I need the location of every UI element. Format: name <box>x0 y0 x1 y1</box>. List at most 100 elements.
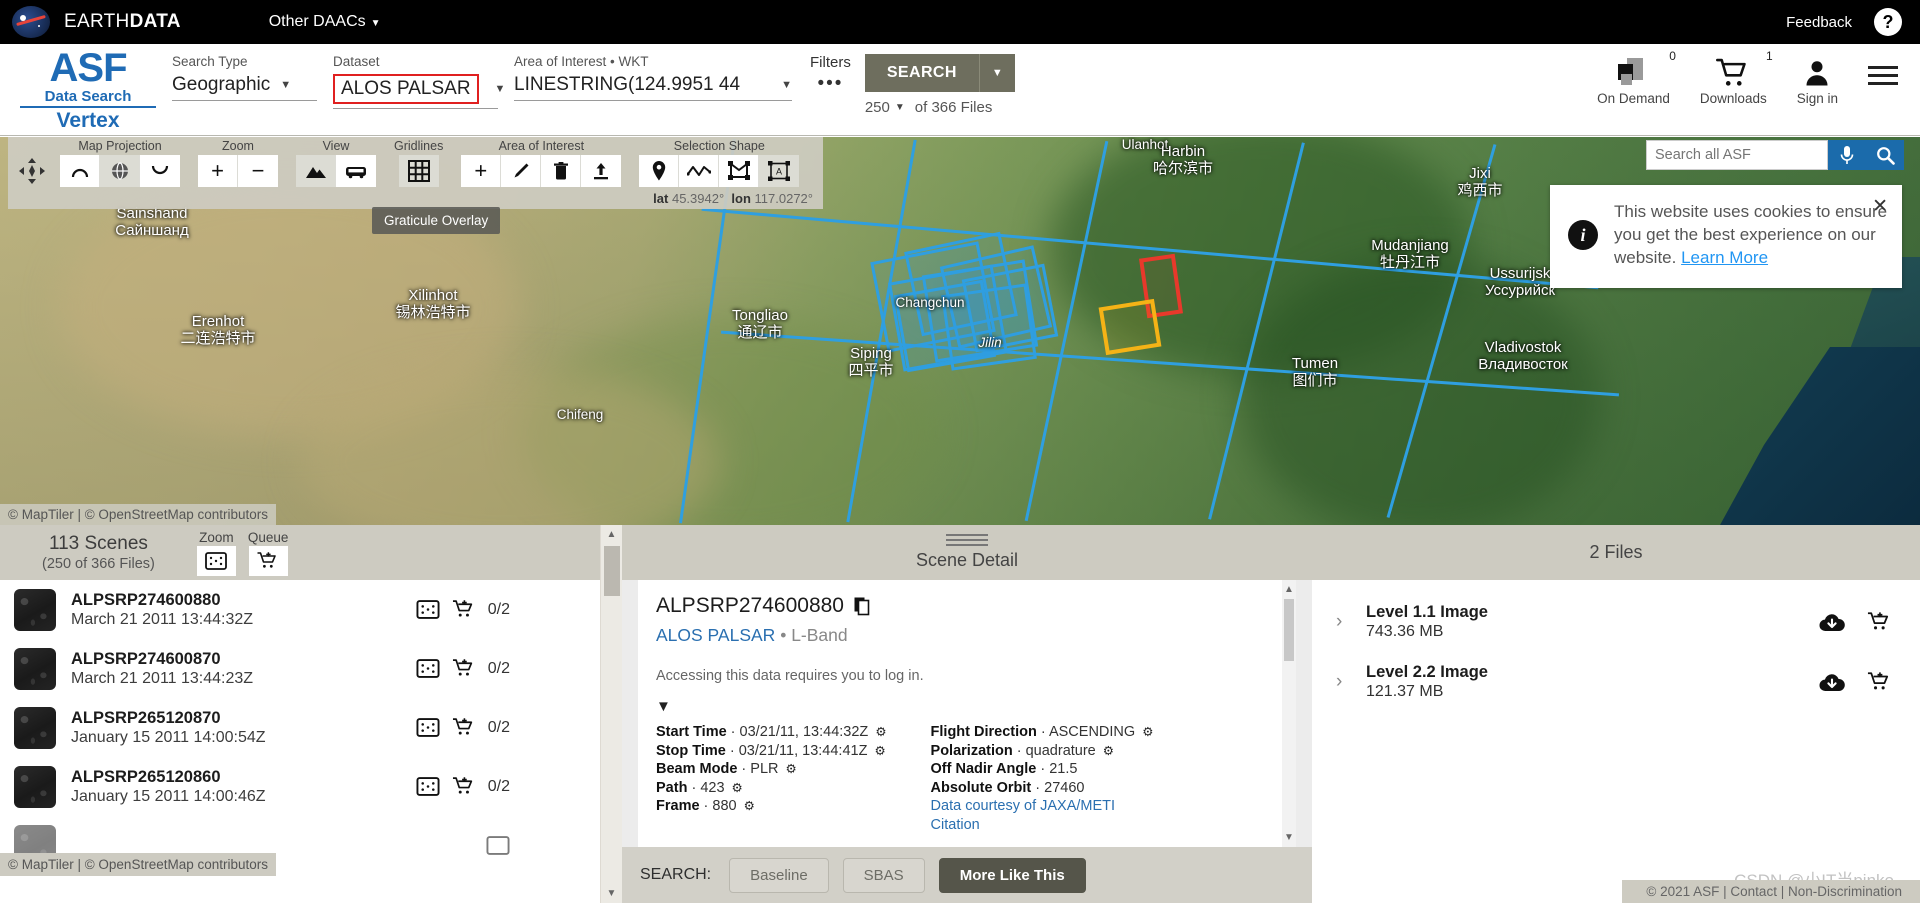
nasa-meatball-icon <box>12 6 50 38</box>
scroll-down-icon[interactable]: ▼ <box>607 888 617 899</box>
downloads-button[interactable]: 1 Downloads <box>1700 49 1773 106</box>
dataset-value: ALOS PALSAR <box>341 78 471 99</box>
add-to-queue-icon[interactable] <box>452 599 476 620</box>
highlighted-scene-footprint[interactable] <box>1098 298 1162 356</box>
data-courtesy-link[interactable]: Data courtesy of JAXA/METI <box>931 797 1154 816</box>
search-type-field[interactable]: Search Type Geographic ▼ <box>172 54 317 101</box>
zoom-in-icon[interactable]: + <box>198 155 238 187</box>
selection-line-icon[interactable] <box>679 155 720 187</box>
user-account-icon <box>1806 61 1828 86</box>
pan-tool-icon[interactable] <box>14 139 50 203</box>
copy-icon[interactable] <box>854 597 871 616</box>
zoom-to-scene-icon[interactable] <box>416 659 440 678</box>
metadata-value: 880 <box>712 798 737 815</box>
area-of-interest-field[interactable]: Area of Interest • WKT LINESTRING(124.99… <box>514 54 792 101</box>
dataset-field[interactable]: Dataset ALOS PALSAR ▼ <box>333 54 505 109</box>
zoom-to-scene-icon[interactable] <box>486 836 510 855</box>
metadata-key: Path <box>656 779 688 796</box>
search-button[interactable]: SEARCH ▼ <box>864 54 1015 92</box>
scrollbar-thumb[interactable] <box>1284 599 1294 661</box>
aoi-add-icon[interactable]: + <box>461 155 502 187</box>
scene-list-item[interactable]: ALPSRP265120870 January 15 2011 14:00:54… <box>0 698 600 757</box>
expand-metadata-caret-icon[interactable]: ▼ <box>656 698 1282 715</box>
baseline-button[interactable]: Baseline <box>729 857 829 893</box>
gear-icon[interactable]: ⚙ <box>732 781 743 795</box>
panel-drag-handle[interactable] <box>946 534 988 546</box>
sign-in-button[interactable]: Sign in <box>1797 58 1838 106</box>
more-like-this-button[interactable]: More Like This <box>938 857 1086 893</box>
microphone-icon[interactable] <box>1828 140 1866 170</box>
cookie-banner-text: This website uses cookies to ensure you … <box>1614 201 1888 270</box>
filters-button[interactable]: Filters ••• <box>810 54 851 95</box>
scene-list-item[interactable]: ALPSRP274600880 March 21 2011 13:44:32Z … <box>0 580 600 639</box>
add-to-queue-icon[interactable] <box>452 717 476 738</box>
selection-polygon-icon[interactable] <box>719 155 760 187</box>
scenes-queue-tool[interactable]: Queue <box>248 530 288 576</box>
files-panel-header: 2 Files <box>1312 525 1920 580</box>
file-list-item[interactable]: › Level 1.1 Image 743.36 MB <box>1312 592 1920 652</box>
gear-icon[interactable]: ⚙ <box>1103 744 1114 758</box>
gear-icon[interactable]: ⚙ <box>874 744 885 758</box>
cookie-learn-more-link[interactable]: Learn More <box>1681 248 1768 267</box>
add-to-queue-icon[interactable] <box>1867 611 1892 633</box>
add-to-queue-icon[interactable] <box>1867 671 1892 693</box>
scenes-zoom-tool[interactable]: Zoom <box>196 530 236 576</box>
help-icon[interactable]: ? <box>1874 8 1902 36</box>
on-demand-button[interactable]: 0 On Demand <box>1597 49 1676 106</box>
sbas-button[interactable]: SBAS <box>842 857 925 893</box>
close-icon[interactable]: ✕ <box>1872 195 1888 218</box>
chevron-right-icon[interactable]: › <box>1336 671 1366 693</box>
zoom-to-scene-icon[interactable] <box>416 718 440 737</box>
aoi-edit-pencil-icon[interactable] <box>501 155 542 187</box>
map-viewport[interactable]: Sainshand Сайншанд Erenhot 二连浩特市 Xilinhot 锡… <box>0 137 1920 525</box>
scene-platform-link[interactable]: ALOS PALSAR <box>656 625 775 645</box>
add-all-to-queue-icon[interactable] <box>248 545 288 576</box>
feedback-link[interactable]: Feedback <box>1786 14 1852 31</box>
scrollbar-thumb[interactable] <box>603 546 620 596</box>
search-all-asf <box>1646 140 1904 170</box>
add-to-queue-icon[interactable] <box>452 658 476 679</box>
search-icon[interactable] <box>1866 140 1904 170</box>
zoom-out-icon[interactable]: − <box>238 155 278 187</box>
scroll-down-icon[interactable]: ▼ <box>1284 832 1294 843</box>
selection-point-icon[interactable] <box>639 155 680 187</box>
projection-antimeridian-icon[interactable] <box>60 155 100 187</box>
gear-icon[interactable]: ⚙ <box>875 725 886 739</box>
zoom-to-scene-icon[interactable] <box>416 600 440 619</box>
scene-list-item[interactable]: ALPSRP265120860 January 15 2011 14:00:46… <box>0 757 600 816</box>
aoi-delete-trash-icon[interactable] <box>541 155 582 187</box>
projection-globe-icon[interactable] <box>100 155 140 187</box>
aoi-upload-icon[interactable] <box>581 155 622 187</box>
scene-detail-scrollbar[interactable]: ▲ ▼ <box>1282 580 1296 847</box>
search-options-caret-icon[interactable]: ▼ <box>978 54 1015 92</box>
citation-link[interactable]: Citation <box>931 816 1154 835</box>
max-results-value[interactable]: 250 <box>865 99 890 116</box>
asf-vertex-logo[interactable]: ASF Data Search Vertex <box>14 48 162 131</box>
zoom-to-scenes-icon[interactable] <box>196 545 236 576</box>
scene-list-item[interactable]: ALPSRP274600870 March 21 2011 13:44:23Z … <box>0 639 600 698</box>
download-icon[interactable] <box>1819 612 1845 633</box>
metadata-row: Polarization · quadrature ⚙ <box>930 742 1114 759</box>
projection-south-polar-icon[interactable] <box>140 155 180 187</box>
scroll-up-icon[interactable]: ▲ <box>607 529 617 540</box>
gear-icon[interactable]: ⚙ <box>786 762 797 776</box>
view-satellite-icon[interactable] <box>296 155 336 187</box>
chevron-right-icon[interactable]: › <box>1336 611 1366 633</box>
chevron-down-icon[interactable]: ▼ <box>895 102 905 113</box>
main-menu-icon[interactable] <box>1868 66 1898 85</box>
selection-box-icon[interactable]: A <box>759 155 800 187</box>
view-street-icon[interactable] <box>336 155 376 187</box>
zoom-to-scene-icon[interactable] <box>416 777 440 796</box>
other-daacs-menu[interactable]: Other DAACs ▼ <box>269 13 381 31</box>
add-to-queue-icon[interactable] <box>452 776 476 797</box>
scroll-up-icon[interactable]: ▲ <box>1284 584 1294 595</box>
scenes-list-scrollbar[interactable]: ▲ ▼ <box>600 525 622 903</box>
gear-icon[interactable]: ⚙ <box>744 799 755 813</box>
metadata-row: Flight Direction · ASCENDING ⚙ <box>930 724 1154 740</box>
gridlines-icon[interactable] <box>398 155 439 187</box>
search-all-input[interactable] <box>1646 140 1828 170</box>
file-list-item[interactable]: › Level 2.2 Image 121.37 MB <box>1312 652 1920 712</box>
gear-icon[interactable]: ⚙ <box>1142 725 1153 739</box>
asf-logo-line2: Data Search <box>44 88 132 105</box>
download-icon[interactable] <box>1819 672 1845 693</box>
